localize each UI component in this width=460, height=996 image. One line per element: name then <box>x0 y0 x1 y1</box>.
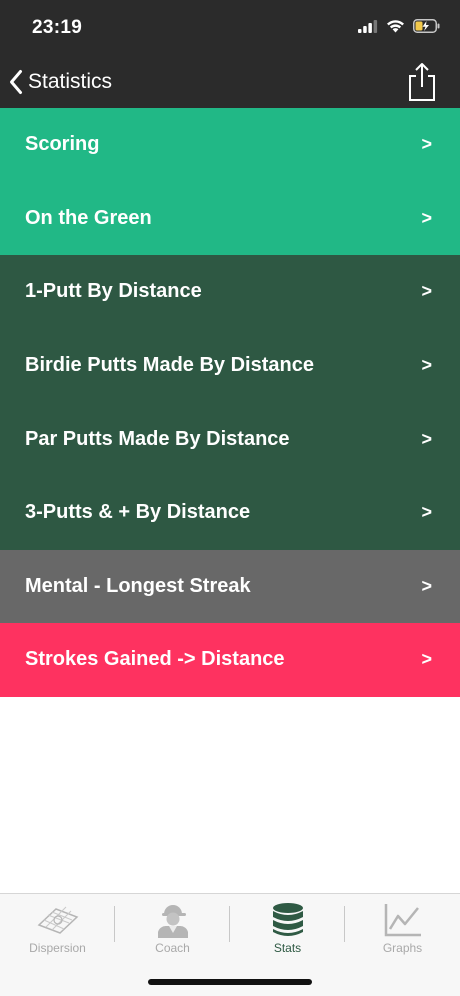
back-label: Statistics <box>28 70 113 93</box>
menu-item-birdie-putts-made[interactable]: Birdie Putts Made By Distance > <box>0 328 460 403</box>
tab-label: Graphs <box>382 941 423 955</box>
status-icons <box>358 19 440 33</box>
stats-menu-list: Scoring > On the Green > 1-Putt By Dista… <box>0 108 460 697</box>
menu-item-label: On the Green <box>25 206 152 229</box>
menu-item-label: Scoring <box>25 133 100 156</box>
home-indicator[interactable] <box>148 979 312 985</box>
tab-label: Dispersion <box>29 941 86 955</box>
tab-label: Coach <box>155 941 190 955</box>
menu-item-label: Mental - Longest Streak <box>25 574 251 597</box>
chevron-right-icon: > <box>421 134 432 155</box>
signal-icon <box>358 19 378 33</box>
chevron-right-icon: > <box>421 649 432 670</box>
menu-item-scoring[interactable]: Scoring > <box>0 108 460 182</box>
chevron-right-icon: > <box>421 355 432 376</box>
menu-item-label: Par Putts Made By Distance <box>25 427 290 450</box>
share-icon <box>409 63 435 101</box>
menu-item-label: 1-Putt By Distance <box>25 280 202 303</box>
dispersion-icon <box>36 902 80 938</box>
chevron-right-icon: > <box>421 207 432 228</box>
status-time: 23:19 <box>32 17 83 38</box>
graphs-icon <box>384 902 422 938</box>
menu-item-on-the-green[interactable]: On the Green > <box>0 181 460 256</box>
menu-item-mental-longest-streak[interactable]: Mental - Longest Streak > <box>0 549 460 624</box>
navigation-bar: Statistics <box>0 56 460 108</box>
tab-stats[interactable]: Stats <box>230 894 345 964</box>
tab-dispersion[interactable]: Dispersion <box>0 894 115 964</box>
menu-item-strokes-gained[interactable]: Strokes Gained -> Distance > <box>0 623 460 697</box>
stats-icon <box>272 902 304 938</box>
chevron-left-icon <box>10 70 22 94</box>
menu-item-3-putts-by-distance[interactable]: 3-Putts & + By Distance > <box>0 475 460 550</box>
chevron-right-icon: > <box>421 575 432 596</box>
tab-coach[interactable]: Coach <box>115 894 230 964</box>
menu-item-label: 3-Putts & + By Distance <box>25 501 251 524</box>
menu-item-label: Strokes Gained -> Distance <box>25 648 285 671</box>
back-button[interactable]: Statistics <box>8 64 112 100</box>
menu-item-par-putts-made[interactable]: Par Putts Made By Distance > <box>0 402 460 476</box>
status-bar: 23:19 <box>0 0 460 56</box>
tab-graphs[interactable]: Graphs <box>345 894 460 964</box>
battery-charging-icon <box>413 19 440 33</box>
menu-item-1-putt-by-distance[interactable]: 1-Putt By Distance > <box>0 255 460 329</box>
chevron-right-icon: > <box>421 502 432 523</box>
chevron-right-icon: > <box>421 281 432 302</box>
share-button[interactable] <box>406 62 438 102</box>
wifi-icon <box>387 20 404 33</box>
coach-icon <box>156 902 190 938</box>
menu-item-label: Birdie Putts Made By Distance <box>25 354 314 377</box>
tab-label: Stats <box>273 941 302 955</box>
chevron-right-icon: > <box>421 428 432 449</box>
